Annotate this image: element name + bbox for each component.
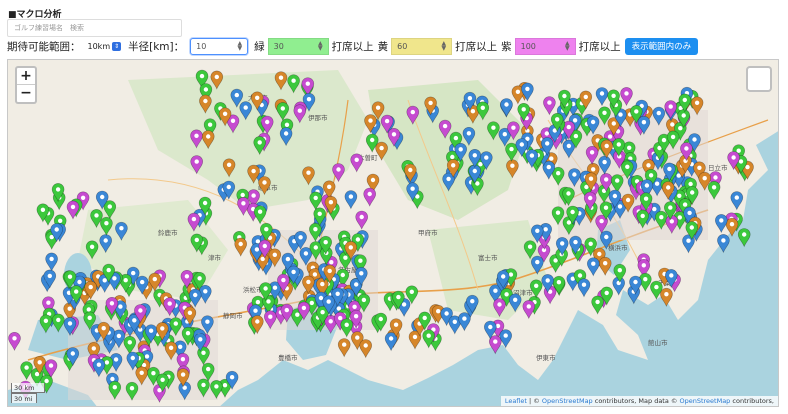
purple-label: 紫	[501, 40, 512, 53]
scale-bar: 30 km 30 mi	[11, 383, 45, 403]
osm-link[interactable]: OpenStreetMap	[542, 397, 593, 405]
osm-link[interactable]: OpenStreetMap	[679, 397, 730, 405]
green-threshold-value: 30	[273, 41, 284, 51]
green-suffix: 打席以上	[331, 40, 374, 53]
yellow-threshold-input[interactable]: 60 ▲ ▼	[391, 37, 453, 55]
attribution-text: contributors,	[730, 397, 774, 405]
radius-input[interactable]: 10 ▲ ▼	[190, 37, 249, 55]
stepper-icon[interactable]: ▲ ▼	[318, 41, 323, 52]
stepper-icon[interactable]: ▲ ▼	[238, 41, 243, 52]
layers-button[interactable]	[746, 66, 772, 92]
map-base-layer: 静岡市浜松市豊橋市名古屋市岐阜市甲府市富士市沼津市伊東市館山市千葉市横浜市鈴鹿市…	[8, 60, 778, 406]
visible-range-only-button[interactable]: 表示範囲内のみ	[624, 37, 699, 55]
place-label: 甲府市	[418, 228, 438, 237]
attribution: Leaflet | © OpenStreetMap contributors, …	[500, 396, 778, 406]
place-label: 横浜市	[608, 243, 628, 252]
zoom-control: + −	[15, 66, 37, 104]
range-label: 期待可能範囲：	[7, 40, 81, 53]
purple-suffix: 打席以上	[578, 40, 621, 53]
place-label: 豊橋市	[278, 353, 298, 362]
golf-range-marker[interactable]	[488, 335, 502, 355]
filter-controls: 期待可能範囲： 10km ⇕ 半径[km]： 10 ▲ ▼ 緑 30 ▲ ▼ 打席以…	[7, 37, 699, 55]
place-label: 日立市	[708, 163, 728, 172]
scale-km: 30 km	[11, 383, 45, 393]
purple-threshold-input[interactable]: 100 ▲ ▼	[514, 37, 576, 55]
place-label: 伊東市	[536, 353, 556, 362]
range-select[interactable]: 10km ⇕	[85, 39, 125, 53]
yellow-label: 黄	[377, 40, 389, 53]
map-canvas[interactable]: 静岡市浜松市豊橋市名古屋市岐阜市甲府市富士市沼津市伊東市館山市千葉市横浜市鈴鹿市…	[7, 59, 779, 407]
green-threshold-input[interactable]: 30 ▲ ▼	[267, 37, 329, 55]
yellow-suffix: 打席以上	[455, 40, 498, 53]
attribution-text: | ©	[526, 397, 542, 405]
leaflet-link[interactable]: Leaflet	[505, 397, 527, 405]
attribution-text: contributors, Map data ©	[592, 397, 680, 405]
place-label: 鈴鹿市	[158, 228, 178, 237]
place-label: 富士市	[478, 253, 498, 262]
range-select-value: 10km	[87, 41, 111, 51]
place-label: 津市	[208, 253, 222, 262]
yellow-threshold-value: 60	[397, 41, 408, 51]
zoom-in-button[interactable]: +	[17, 68, 35, 85]
stepper-icon[interactable]: ▲ ▼	[442, 41, 447, 52]
radius-input-value: 10	[196, 41, 207, 51]
stepper-icon[interactable]: ▲ ▼	[565, 41, 570, 52]
golf-range-marker[interactable]	[717, 234, 730, 254]
golf-range-marker[interactable]	[737, 228, 751, 248]
select-chevron-icon: ⇕	[112, 41, 122, 51]
radius-label: 半径[km]：	[128, 40, 185, 53]
place-label: 館山市	[648, 338, 668, 347]
purple-threshold-value: 100	[520, 41, 536, 51]
green-label: 緑	[254, 40, 265, 53]
zoom-out-button[interactable]: −	[17, 85, 35, 102]
search-input[interactable]: ゴルフ練習場名 検索	[7, 19, 182, 37]
scale-mi: 30 mi	[11, 393, 37, 403]
place-label: 伊那市	[308, 113, 328, 122]
place-label: 静岡市	[223, 311, 243, 320]
